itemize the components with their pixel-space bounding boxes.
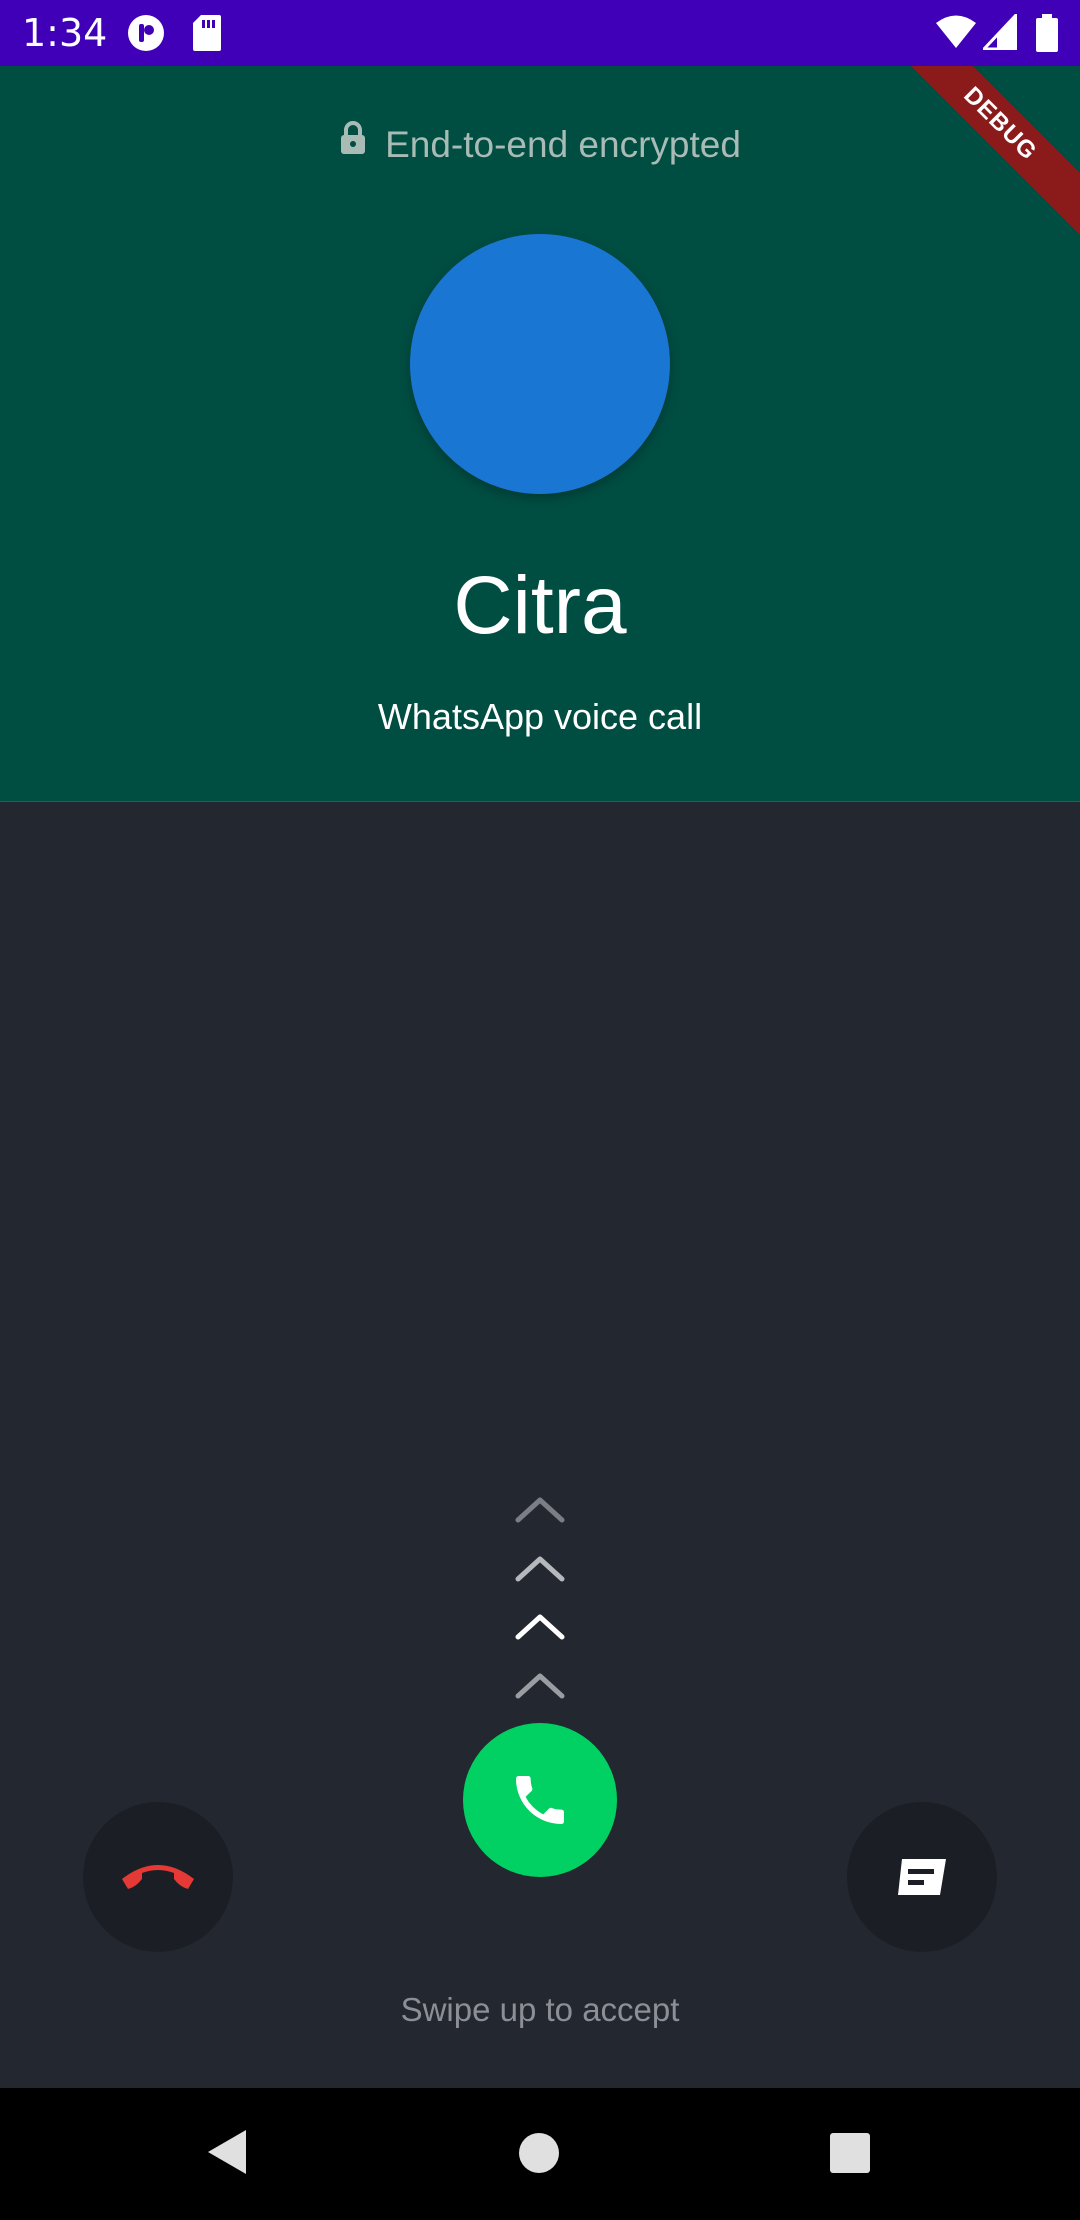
phone-icon <box>516 1776 564 1824</box>
call-end-icon <box>122 1865 194 1889</box>
back-icon[interactable] <box>204 2128 248 2176</box>
home-icon[interactable] <box>518 2132 560 2174</box>
divider <box>0 801 1080 802</box>
app-notification-icon <box>127 14 165 57</box>
chevron-up-icon <box>515 1673 565 1699</box>
avatar <box>410 234 670 494</box>
swipe-hint: Swipe up to accept <box>400 1991 680 2028</box>
call-header: End-to-end encrypted Citra WhatsApp voic… <box>0 66 1080 801</box>
recents-icon[interactable] <box>829 2132 871 2174</box>
encryption-label: End-to-end encrypted <box>385 124 741 165</box>
lock-icon <box>339 118 367 168</box>
encryption-row: End-to-end encrypted <box>0 120 1080 170</box>
caller-name: Citra <box>453 560 627 651</box>
call-type-label: WhatsApp voice call <box>377 696 703 737</box>
chevron-up-icon <box>515 1556 565 1582</box>
battery-icon <box>1036 14 1058 57</box>
status-bar: 1:34 <box>0 0 1080 66</box>
chevron-up-icon <box>515 1614 565 1640</box>
status-time: 1:34 <box>22 11 108 55</box>
message-button[interactable] <box>847 1802 997 1952</box>
signal-icon <box>980 11 1018 55</box>
accept-button[interactable] <box>463 1723 617 1877</box>
wifi-icon <box>935 14 977 55</box>
sd-card-icon <box>192 14 222 57</box>
message-icon <box>898 1859 946 1895</box>
chevron-up-icon <box>515 1497 565 1523</box>
decline-button[interactable] <box>83 1802 233 1952</box>
nav-bar <box>0 2088 1080 2220</box>
